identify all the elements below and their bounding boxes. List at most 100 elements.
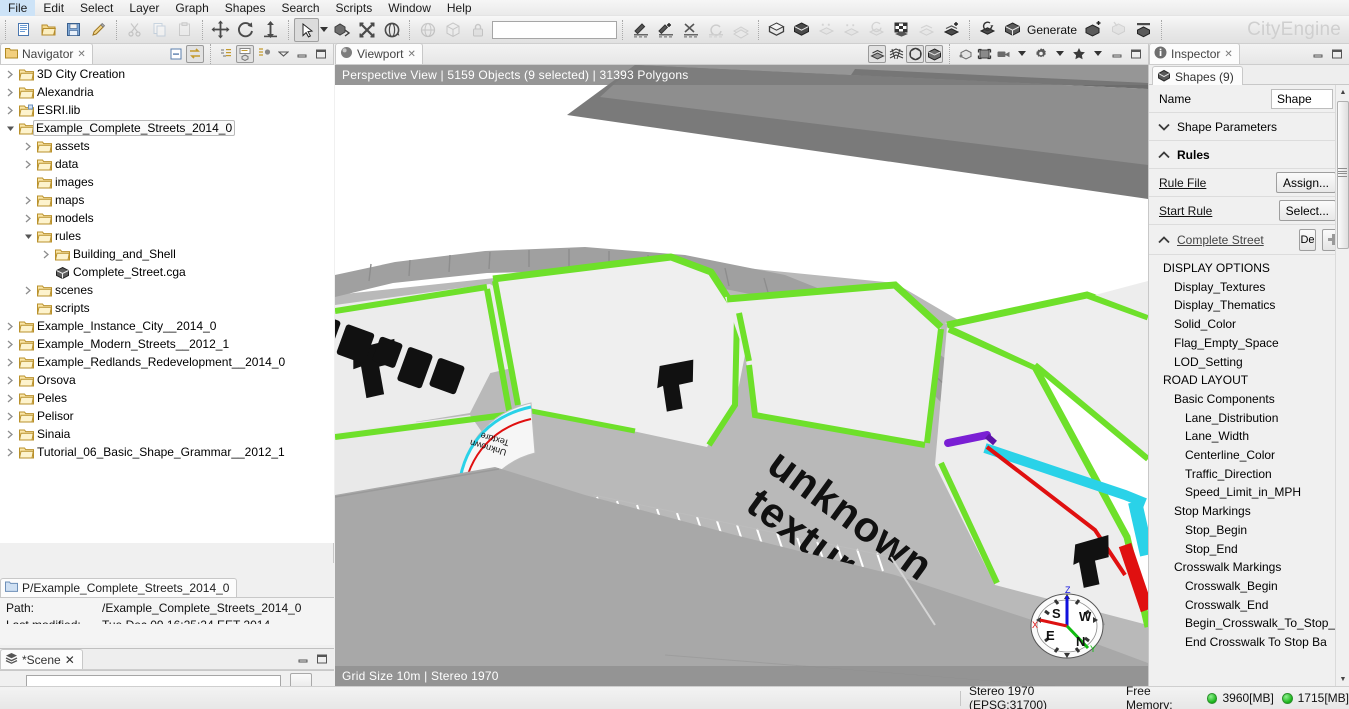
menu-help[interactable]: Help	[439, 0, 480, 16]
generate-add-icon[interactable]	[1081, 18, 1106, 42]
select-button[interactable]: Select...	[1278, 200, 1336, 221]
chevron-down-icon[interactable]	[1051, 45, 1069, 63]
rule-attribute[interactable]: Begin_Crosswalk_To_Stop_B	[1163, 614, 1349, 633]
layer-add-icon[interactable]	[814, 18, 839, 42]
menu-select[interactable]: Select	[72, 0, 121, 16]
tree-item[interactable]: assets	[0, 137, 334, 155]
menu-scripts[interactable]: Scripts	[328, 0, 381, 16]
twisty-collapsed-icon[interactable]	[22, 196, 35, 205]
rule-attribute[interactable]: Crosswalk_End	[1163, 596, 1349, 615]
rule-attribute[interactable]: LOD_Setting	[1163, 353, 1349, 372]
textured-icon[interactable]	[925, 44, 943, 63]
default-button[interactable]: De	[1299, 228, 1316, 251]
twisty-collapsed-icon[interactable]	[4, 376, 17, 385]
tab-project-properties[interactable]: P/Example_Complete_Streets_2014_0	[0, 578, 238, 597]
maximize-icon[interactable]	[1127, 45, 1145, 63]
tree-item[interactable]: Alexandria	[0, 83, 334, 101]
twisty-collapsed-icon[interactable]	[4, 340, 17, 349]
shaded-icon[interactable]	[906, 44, 924, 63]
tree-item[interactable]: Peles	[0, 389, 334, 407]
name-input[interactable]: Shape	[1271, 88, 1333, 109]
start-rule-label[interactable]: Start Rule	[1159, 204, 1279, 218]
align-terrain-icon[interactable]	[914, 18, 939, 42]
menu-window[interactable]: Window	[380, 0, 439, 16]
tree-item[interactable]: Tutorial_06_Basic_Shape_Grammar__2012_1	[0, 443, 334, 461]
search-input[interactable]	[492, 20, 617, 39]
rotate-tool-icon[interactable]	[233, 18, 258, 42]
cut-icon[interactable]	[122, 18, 147, 42]
street-rebuild-icon[interactable]	[703, 18, 728, 42]
inspector-vscrollbar[interactable]: ▲ ▼	[1335, 85, 1349, 686]
bbox-icon[interactable]	[956, 45, 974, 63]
minimize-icon[interactable]	[1108, 45, 1126, 63]
rule-name[interactable]: Complete Street	[1177, 233, 1293, 247]
tree-item[interactable]: Example_Instance_City__2014_0	[0, 317, 334, 335]
tree-item[interactable]: Example_Redlands_Redevelopment__2014_0	[0, 353, 334, 371]
tree-item[interactable]: scenes	[0, 281, 334, 299]
lock-icon[interactable]	[465, 18, 490, 42]
align-terrain-add-icon[interactable]	[939, 18, 964, 42]
navigation-compass[interactable]: Z X Y S W E N	[1024, 578, 1110, 664]
rule-attribute[interactable]: ROAD LAYOUT	[1163, 371, 1349, 390]
rule-attribute[interactable]: Traffic_Direction	[1163, 465, 1349, 484]
tree-item[interactable]: Building_and_Shell	[0, 245, 334, 263]
rule-attribute[interactable]: DISPLAY OPTIONS	[1163, 259, 1349, 278]
chevron-up-icon[interactable]	[1157, 150, 1171, 159]
rule-attribute[interactable]: Basic Components	[1163, 390, 1349, 409]
generate-icon[interactable]	[1000, 18, 1025, 42]
tab-shapes[interactable]: Shapes (9)	[1152, 66, 1243, 86]
tree-item[interactable]: maps	[0, 191, 334, 209]
street-draw-icon[interactable]	[628, 18, 653, 42]
generate-clear-icon[interactable]	[1106, 18, 1131, 42]
twisty-collapsed-icon[interactable]	[4, 412, 17, 421]
tree-item[interactable]: data	[0, 155, 334, 173]
view-menu-icon[interactable]	[274, 45, 292, 63]
generate-label[interactable]: Generate	[1025, 18, 1081, 42]
tab-viewport[interactable]: Viewport ✕	[335, 43, 423, 64]
link-editor-icon[interactable]	[186, 44, 204, 63]
open-icon[interactable]	[36, 18, 61, 42]
move-tool-icon[interactable]	[208, 18, 233, 42]
rule-attribute[interactable]: Stop_Begin	[1163, 521, 1349, 540]
tab-scene[interactable]: *Scene ✕	[0, 649, 83, 669]
shading-icon[interactable]	[868, 44, 886, 63]
rule-attribute[interactable]: Crosswalk_Begin	[1163, 577, 1349, 596]
tree-item[interactable]: images	[0, 173, 334, 191]
twisty-collapsed-icon[interactable]	[4, 88, 17, 97]
twisty-collapsed-icon[interactable]	[22, 160, 35, 169]
rule-attribute[interactable]: Flag_Empty_Space	[1163, 334, 1349, 353]
collapse-all-icon[interactable]	[167, 45, 185, 63]
tree-item[interactable]: Orsova	[0, 371, 334, 389]
twisty-collapsed-icon[interactable]	[22, 286, 35, 295]
polygon-select-icon[interactable]	[329, 18, 354, 42]
close-icon[interactable]: ✕	[65, 653, 75, 667]
terrain-icon[interactable]	[728, 18, 753, 42]
rule-attribute[interactable]: Solid_Color	[1163, 315, 1349, 334]
menu-layer[interactable]: Layer	[121, 0, 167, 16]
assign-button[interactable]: Assign...	[1275, 172, 1336, 193]
rule-file-label[interactable]: Rule File	[1159, 176, 1276, 190]
tree-item[interactable]: Sinaia	[0, 425, 334, 443]
maximize-icon[interactable]	[313, 650, 331, 668]
menu-shapes[interactable]: Shapes	[217, 0, 274, 16]
rule-attribute[interactable]: Crosswalk Markings	[1163, 558, 1349, 577]
camera-icon[interactable]	[994, 45, 1012, 63]
rule-attribute[interactable]: Lane_Width	[1163, 427, 1349, 446]
chevron-up-icon[interactable]	[1157, 235, 1171, 244]
tree-item[interactable]: Complete_Street.cga	[0, 263, 334, 281]
export-icon[interactable]	[1131, 18, 1156, 42]
section-shape-parameters[interactable]: Shape Parameters	[1149, 113, 1349, 141]
tree-item[interactable]: scripts	[0, 299, 334, 317]
chevron-down-icon[interactable]	[1013, 45, 1031, 63]
shape-solid-icon[interactable]	[789, 18, 814, 42]
street-add-icon[interactable]	[653, 18, 678, 42]
street-cleanup-icon[interactable]	[678, 18, 703, 42]
copy-icon[interactable]	[147, 18, 172, 42]
layer-dup-icon[interactable]	[839, 18, 864, 42]
filter-icon[interactable]	[217, 45, 235, 63]
twisty-collapsed-icon[interactable]	[22, 142, 35, 151]
menu-search[interactable]: Search	[273, 0, 327, 16]
rule-attribute[interactable]: Stop_End	[1163, 540, 1349, 559]
rule-attribute[interactable]: Lane_Distribution	[1163, 409, 1349, 428]
bookmark-icon[interactable]	[1070, 45, 1088, 63]
